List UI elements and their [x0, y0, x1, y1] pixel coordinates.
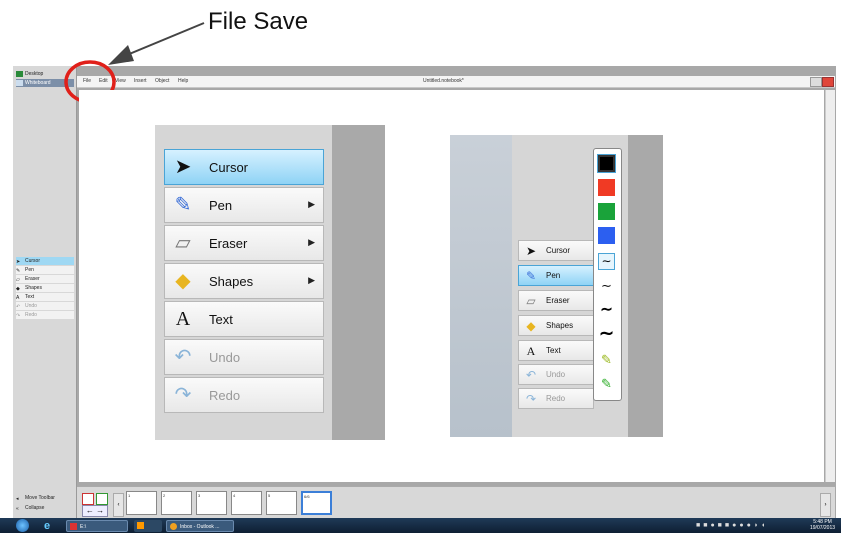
collapse-icon: «	[16, 505, 19, 512]
eraser-icon: ▱	[16, 276, 20, 283]
menu-object[interactable]: Object	[155, 78, 169, 84]
page-nav-arrows-icon[interactable]: ← →	[82, 505, 108, 517]
big-tool-undo[interactable]: ↶ Undo	[164, 339, 324, 375]
window-title: Untitled.notebook*	[423, 78, 464, 84]
line-width-medium-icon[interactable]: ∼	[598, 278, 615, 295]
small-tool-undo[interactable]: ↶ Undo	[518, 364, 594, 385]
side-tool-text[interactable]: A Text	[16, 293, 74, 301]
side-tool-undo[interactable]: ↶ Undo	[16, 302, 74, 310]
minimize-button[interactable]	[810, 77, 822, 87]
small-tool-text[interactable]: A Text	[518, 340, 594, 361]
page-thumb-2[interactable]: 2	[161, 491, 192, 515]
color-swatch-green[interactable]	[598, 203, 615, 220]
submenu-arrow-icon: ▶	[308, 237, 315, 247]
small-tool-shapes[interactable]: ◆ Shapes	[518, 315, 594, 336]
eraser-icon: ▱	[175, 232, 191, 254]
outlook-icon	[170, 523, 177, 531]
page-thumb-6-current[interactable]: 6/6	[301, 491, 332, 515]
scroll-right-icon[interactable]: ›	[820, 493, 831, 517]
small-tool-redo[interactable]: ↷ Redo	[518, 388, 594, 409]
menu-help[interactable]: Help	[178, 78, 188, 84]
small-tool-eraser[interactable]: ▱ Eraser	[518, 290, 594, 311]
move-icon: ◂	[16, 495, 19, 502]
pen-icon: ✎	[16, 267, 21, 274]
taskbar-explorer-button[interactable]: E:\	[66, 520, 128, 532]
move-toolbar-button[interactable]: ◂ Move Toolbar	[16, 494, 74, 502]
left-side-panel: Desktop Whiteboard ➤ Cursor ✎ Pen ▱ Eraser …	[13, 66, 77, 518]
page-thumb-1[interactable]: 1	[126, 491, 157, 515]
big-tool-eraser[interactable]: ▱ Eraser ▶	[164, 225, 324, 261]
side-tool-shapes[interactable]: ◆ Shapes	[16, 284, 74, 292]
shapes-icon: ◆	[526, 319, 536, 333]
line-width-thick-icon[interactable]: ∼	[598, 302, 615, 319]
side-tool-redo[interactable]: ↷ Redo	[16, 311, 74, 319]
system-tray-icons[interactable]: ■■●■■●●●◗◖	[696, 522, 806, 530]
color-swatch-black[interactable]	[597, 154, 616, 173]
taskbar-outlook-button[interactable]: Inbox - Outlook ...	[166, 520, 234, 532]
scroll-left-icon[interactable]: ‹	[113, 493, 124, 517]
side-tool-pen[interactable]: ✎ Pen	[16, 266, 74, 274]
small-tool-cursor[interactable]: ➤ Cursor	[518, 240, 594, 261]
shapes-icon: ◆	[16, 285, 20, 292]
line-width-thin-icon[interactable]: ∼	[598, 253, 615, 270]
page-thumb-3[interactable]: 3	[196, 491, 227, 515]
text-icon: A	[526, 344, 536, 358]
smart-notebook-icon	[70, 523, 77, 531]
side-tool-eraser[interactable]: ▱ Eraser	[16, 275, 74, 283]
cursor-icon: ➤	[16, 258, 21, 265]
cursor-icon: ➤	[174, 156, 192, 178]
highlighter-yellow-icon[interactable]: ✎	[598, 352, 615, 369]
page-thumb-4[interactable]: 4	[231, 491, 262, 515]
close-button[interactable]	[822, 77, 834, 87]
start-button[interactable]	[16, 519, 29, 532]
color-swatch-red[interactable]	[598, 179, 615, 196]
line-width-heavy-icon[interactable]: ∼	[598, 324, 615, 343]
taskbar-media-button[interactable]	[134, 520, 162, 532]
vertical-scrollbar[interactable]	[825, 90, 835, 482]
pen-palette-zoom-image-right	[628, 135, 663, 437]
highlighter-green-icon[interactable]: ✎	[598, 376, 615, 393]
undo-icon: ↶	[525, 368, 537, 382]
text-icon: A	[16, 294, 20, 301]
page-thumb-5[interactable]: 5	[266, 491, 297, 515]
big-tool-cursor[interactable]: ➤ Cursor	[164, 149, 324, 185]
text-icon: A	[175, 308, 191, 330]
undo-icon: ↶	[174, 346, 192, 368]
big-tool-text[interactable]: A Text	[164, 301, 324, 337]
big-tool-shapes[interactable]: ◆ Shapes ▶	[164, 263, 324, 299]
taskbar-clock[interactable]: 5:48 PM 19/07/2013	[810, 519, 835, 531]
annotation-label: File Save	[208, 8, 309, 35]
big-tool-pen[interactable]: ✎ Pen ▶	[164, 187, 324, 223]
color-swatch-blue[interactable]	[598, 227, 615, 244]
big-tool-redo[interactable]: ↷ Redo	[164, 377, 324, 413]
eraser-icon: ▱	[526, 294, 536, 308]
small-tool-pen[interactable]: ✎ Pen	[518, 265, 594, 286]
toolbar-zoom-image-edge	[332, 125, 385, 440]
internet-explorer-icon[interactable]: e	[44, 520, 56, 532]
collapse-button[interactable]: «Collapse	[16, 504, 74, 512]
side-tool-cursor[interactable]: ➤ Cursor	[16, 257, 74, 265]
menu-bar: File Edit View Insert Object Help Untitl…	[77, 76, 835, 88]
add-page-icon[interactable]	[82, 493, 94, 505]
redo-icon: ↷	[16, 312, 21, 319]
cursor-icon: ➤	[525, 244, 537, 258]
redo-icon: ↷	[525, 392, 537, 406]
duplicate-page-icon[interactable]	[96, 493, 108, 505]
redo-icon: ↷	[174, 384, 192, 406]
undo-icon: ↶	[16, 303, 21, 310]
pen-icon: ✎	[525, 269, 537, 283]
submenu-arrow-icon: ▶	[308, 199, 315, 209]
media-player-icon	[137, 522, 144, 530]
whiteboard-icon	[16, 79, 23, 86]
shapes-icon: ◆	[175, 270, 191, 292]
menu-insert[interactable]: Insert	[134, 78, 147, 84]
pen-palette-zoom-image-left	[450, 135, 512, 437]
pen-icon: ✎	[174, 194, 192, 216]
desktop-icon	[16, 70, 23, 77]
submenu-arrow-icon: ▶	[308, 275, 315, 285]
